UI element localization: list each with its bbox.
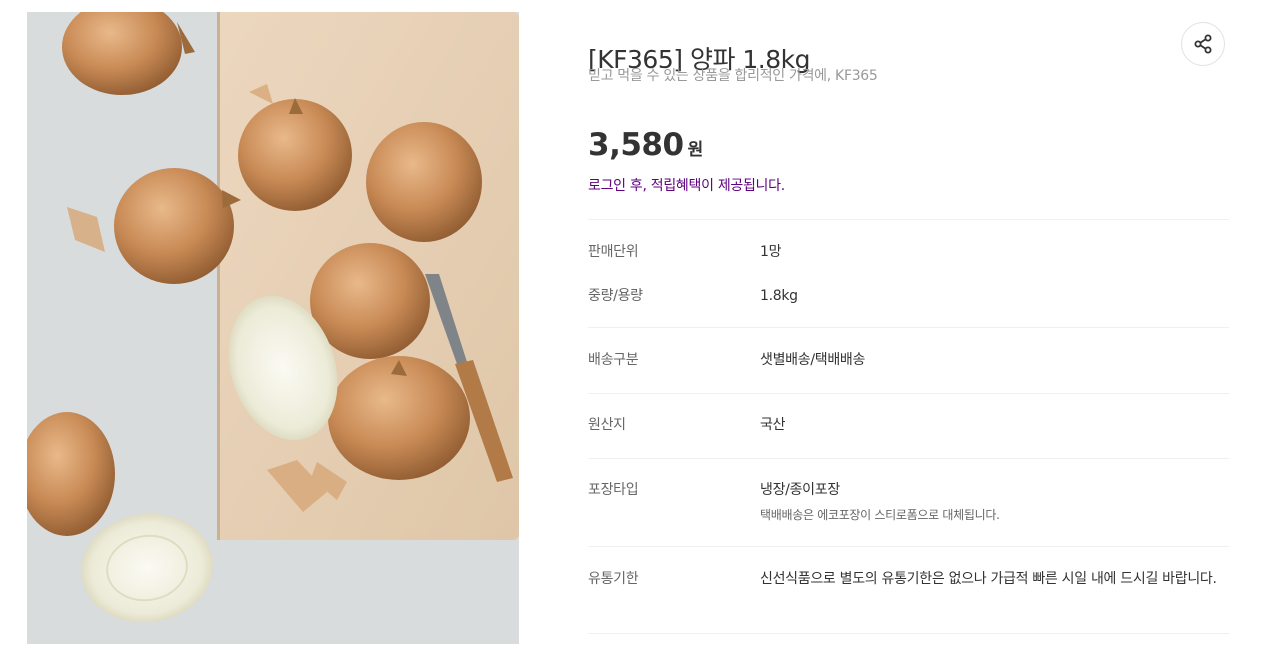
- product-subtitle: 믿고 먹을 수 있는 상품을 합리적인 가격에, KF365: [588, 68, 878, 84]
- price-amount: 3,580: [588, 127, 684, 163]
- detail-label: 포장타입: [588, 482, 639, 498]
- detail-value: 국산: [760, 417, 786, 433]
- packaging-type: 냉장/종이포장: [760, 482, 840, 498]
- detail-value: 냉장/종이포장 택배배송은 에코포장이 스티로폼으로 대체됩니다.: [760, 480, 1230, 524]
- benefit-notice: 로그인 후, 적립혜택이 제공됩니다.: [588, 178, 785, 194]
- price-unit: 원: [687, 140, 704, 160]
- divider: [588, 393, 1229, 394]
- divider: [588, 546, 1229, 547]
- detail-label: 판매단위: [588, 244, 639, 260]
- divider: [588, 633, 1229, 634]
- product-image: [27, 12, 519, 644]
- share-button[interactable]: [1181, 22, 1225, 66]
- detail-label: 중량/용량: [588, 288, 643, 304]
- detail-value: 1.8kg: [760, 288, 798, 304]
- detail-value: 1망: [760, 244, 782, 260]
- detail-label: 원산지: [588, 417, 626, 433]
- onion-product-photo: [27, 12, 519, 644]
- detail-label: 유통기한: [588, 571, 639, 587]
- divider: [588, 327, 1229, 328]
- packaging-note: 택배배송은 에코포장이 스티로폼으로 대체됩니다.: [760, 508, 1000, 522]
- detail-value: 신선식품으로 별도의 유통기한은 없으나 가급적 빠른 시일 내에 드시길 바랍…: [760, 571, 1217, 587]
- divider: [588, 458, 1229, 459]
- product-price: 3,580 원: [588, 125, 703, 165]
- detail-label: 배송구분: [588, 352, 639, 368]
- divider: [588, 219, 1229, 220]
- share-icon: [1194, 34, 1212, 54]
- detail-value: 샛별배송/택배배송: [760, 352, 866, 368]
